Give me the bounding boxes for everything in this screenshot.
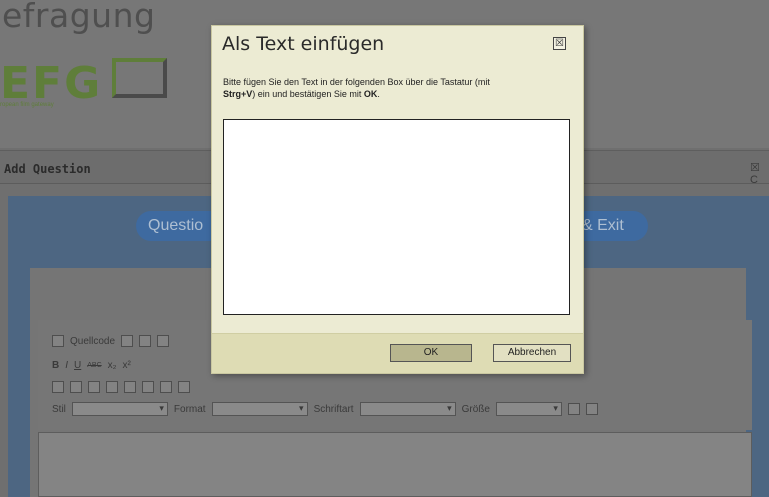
table-icon[interactable] bbox=[106, 381, 118, 393]
instruction-middle: ) ein und bestätigen Sie mit bbox=[252, 89, 364, 99]
logo-subtitle: ropean film gateway bbox=[0, 102, 54, 108]
instruction-shortcut: Strg+V bbox=[223, 89, 253, 99]
dialog-title: Als Text einfügen bbox=[222, 33, 385, 55]
bold-button[interactable]: B bbox=[52, 360, 59, 371]
dialog-footer: OK Abbrechen bbox=[212, 333, 583, 373]
cancel-button[interactable]: Abbrechen bbox=[493, 344, 571, 362]
strike-button[interactable]: ABC bbox=[87, 362, 101, 369]
logo-frame-icon bbox=[112, 58, 167, 98]
toolbar-row-3 bbox=[52, 378, 190, 396]
add-question-close-button[interactable]: ☒ C bbox=[750, 161, 769, 186]
document-icon[interactable] bbox=[88, 381, 100, 393]
size-select[interactable] bbox=[495, 402, 562, 416]
source-button[interactable]: Quellcode bbox=[70, 336, 115, 347]
italic-button[interactable]: I bbox=[65, 360, 68, 371]
toolbar-row-1: Quellcode bbox=[52, 332, 170, 350]
add-question-title: Add Question bbox=[4, 162, 91, 176]
new-page-icon[interactable] bbox=[139, 335, 152, 347]
smiley-icon[interactable] bbox=[142, 381, 154, 393]
special-char-icon[interactable] bbox=[160, 381, 172, 393]
flash-icon[interactable] bbox=[70, 381, 82, 393]
paste-textarea[interactable] bbox=[223, 119, 570, 315]
horizontal-rule-icon[interactable] bbox=[124, 381, 136, 393]
superscript-button[interactable]: x² bbox=[123, 360, 131, 371]
format-select[interactable] bbox=[211, 402, 308, 416]
dialog-instructions: Bitte fügen Sie den Text in der folgende… bbox=[223, 76, 563, 100]
background-color-icon[interactable] bbox=[585, 403, 598, 415]
style-label: Stil bbox=[52, 403, 66, 415]
site-title: efragung bbox=[2, 0, 156, 35]
toolbar-row-2: B I U ABC x₂ x² bbox=[52, 356, 131, 374]
image-icon[interactable] bbox=[52, 381, 64, 393]
ok-button[interactable]: OK bbox=[390, 344, 472, 362]
format-label: Format bbox=[173, 403, 206, 415]
efg-logo: EFG ropean film gateway bbox=[0, 52, 175, 122]
preview-icon[interactable] bbox=[157, 335, 170, 347]
close-icon[interactable]: ☒ bbox=[553, 37, 566, 50]
paste-icon[interactable] bbox=[121, 335, 134, 347]
subscript-button[interactable]: x₂ bbox=[108, 360, 117, 371]
instruction-ok: OK bbox=[363, 89, 378, 99]
toolbar-row-4: Stil Format Schriftart Größe bbox=[52, 400, 598, 418]
editor-content-area[interactable] bbox=[38, 432, 752, 497]
underline-button[interactable]: U bbox=[74, 360, 81, 371]
page-break-icon[interactable] bbox=[178, 381, 190, 393]
text-color-icon[interactable] bbox=[567, 403, 580, 415]
source-icon[interactable] bbox=[52, 335, 64, 347]
style-select[interactable] bbox=[71, 402, 168, 416]
paste-as-text-dialog: Als Text einfügen ☒ Bitte fügen Sie den … bbox=[211, 25, 584, 374]
instruction-line-1: Bitte fügen Sie den Text in der folgende… bbox=[223, 77, 490, 87]
font-label: Schriftart bbox=[313, 403, 354, 415]
instruction-end: . bbox=[377, 89, 380, 99]
size-label: Größe bbox=[461, 403, 490, 415]
font-select[interactable] bbox=[359, 402, 456, 416]
